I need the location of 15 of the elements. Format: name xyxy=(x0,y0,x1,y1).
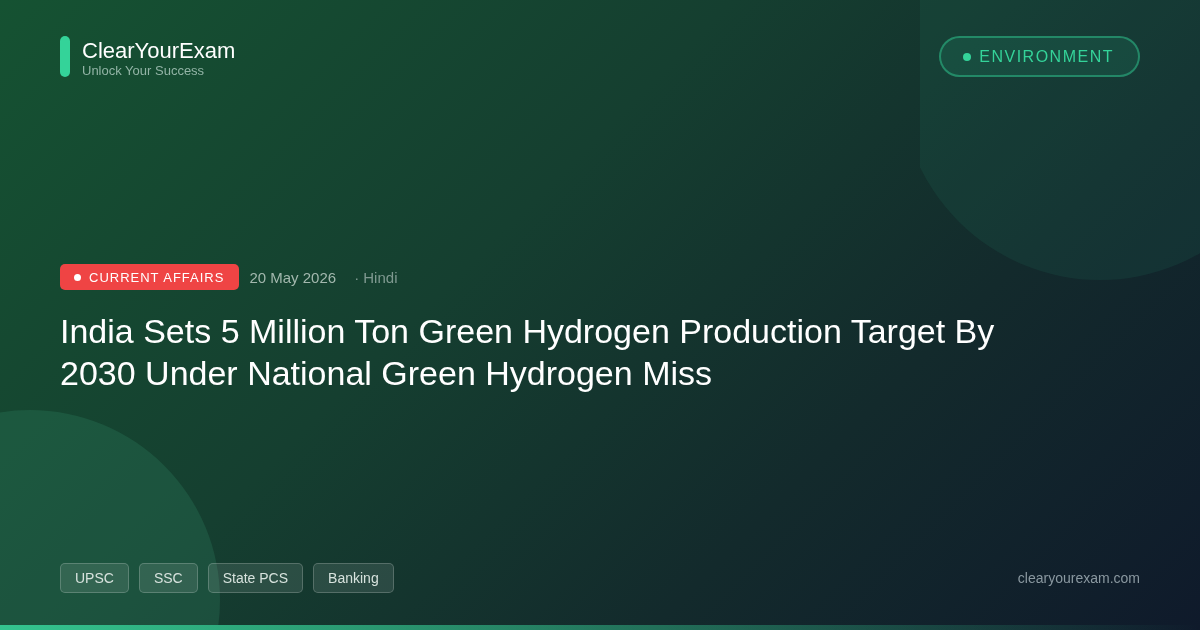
exam-tag: SSC xyxy=(138,563,198,593)
exam-tag: Banking xyxy=(313,563,394,593)
dot-icon xyxy=(963,52,972,61)
language-label: · Hindi xyxy=(354,268,398,286)
exam-tag: State PCS xyxy=(207,563,304,593)
exam-tag: UPSC xyxy=(60,563,129,593)
brand-name: ClearYourExam xyxy=(82,38,236,64)
badge-label: CURRENT AFFAIRS xyxy=(89,269,225,285)
post-date: 20 May 2026 xyxy=(249,268,337,286)
category-label: ENVIRONMENT xyxy=(979,47,1114,66)
brand-tagline: Unlock Your Success xyxy=(82,64,206,78)
accent-bar-icon xyxy=(60,36,70,77)
website-url: clearyourexam.com xyxy=(1017,570,1140,586)
article-title: India Sets 5 Million Ton Green Hydrogen Production Target By 2030 Under National Green Hydrogen Miss xyxy=(60,311,996,394)
dot-icon xyxy=(74,273,81,281)
